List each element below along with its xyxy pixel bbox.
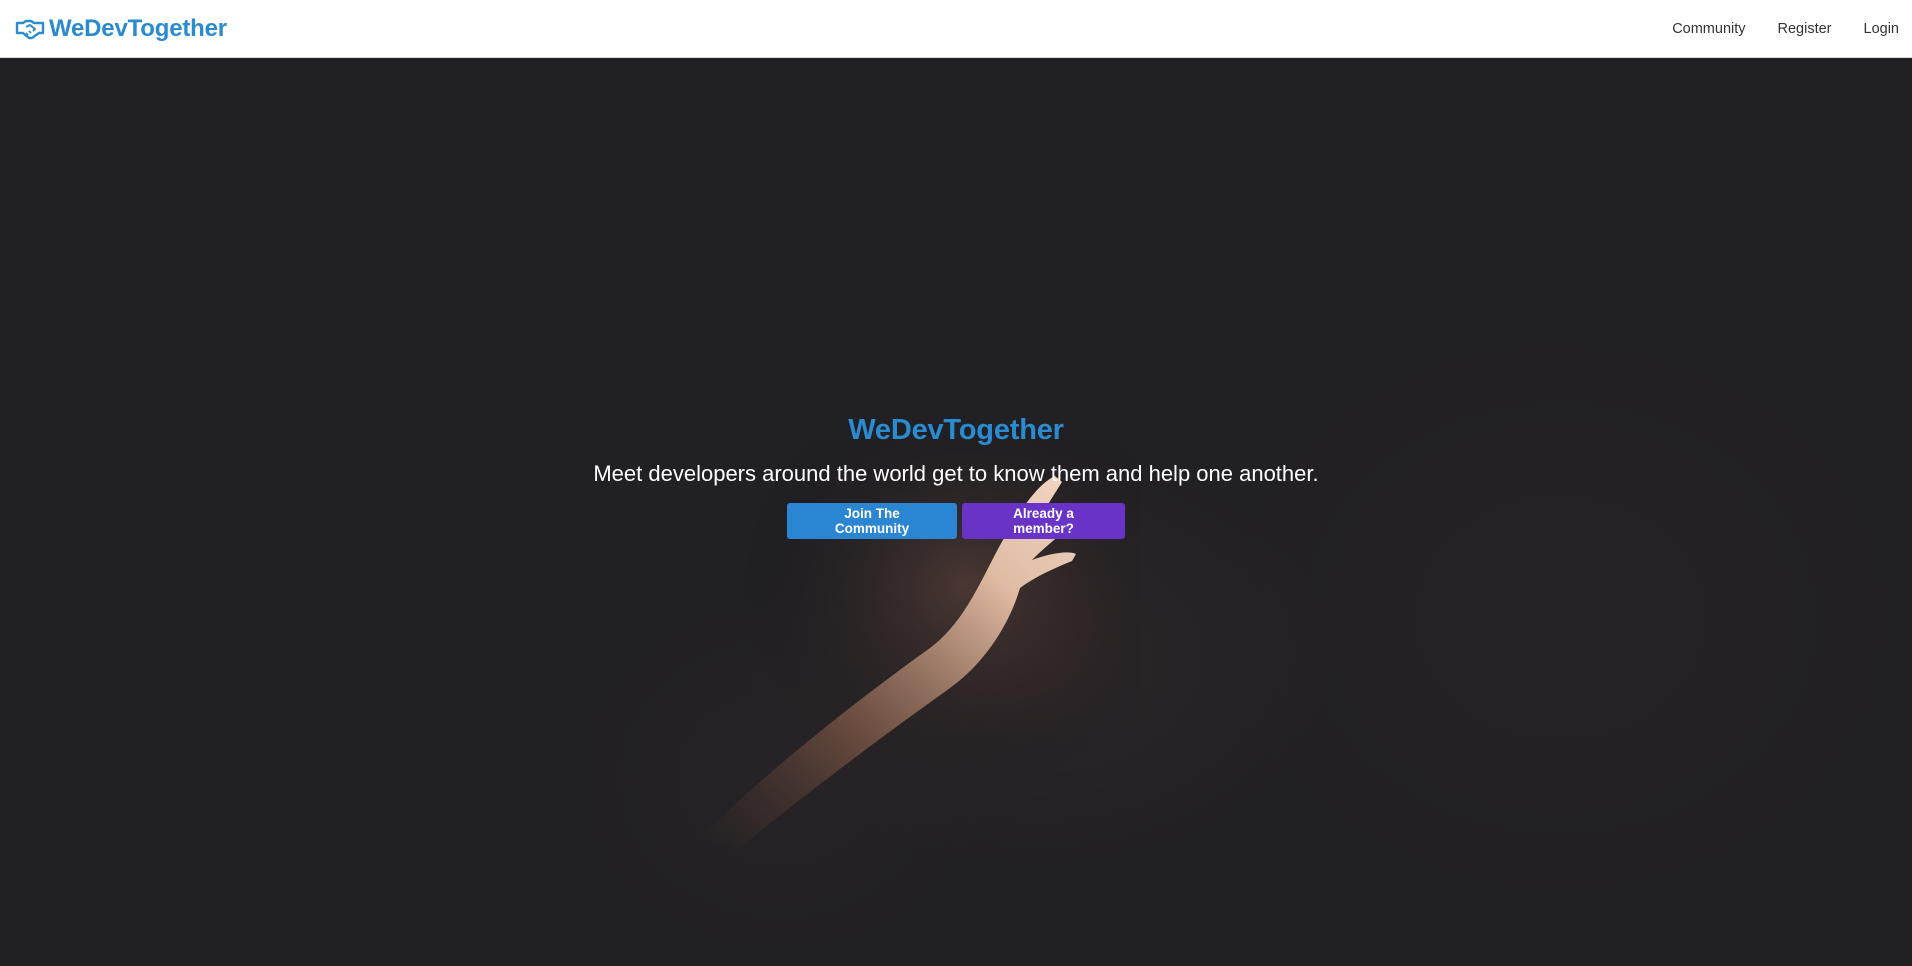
brand-name: WeDevTogether — [49, 14, 227, 42]
navbar: WeDevTogether Community Register Login — [0, 0, 1912, 58]
hero-section: WeDevTogether Meet developers around the… — [0, 58, 1912, 966]
join-community-button[interactable]: Join The Community — [787, 503, 957, 539]
handshake-icon — [15, 17, 45, 41]
nav-link-register[interactable]: Register — [1778, 21, 1832, 37]
nav-link-community[interactable]: Community — [1672, 21, 1745, 37]
nav-links: Community Register Login — [1672, 21, 1899, 37]
hero-content: WeDevTogether Meet developers around the… — [0, 58, 1912, 966]
hero-subtitle: Meet developers around the world get to … — [593, 461, 1319, 486]
hero-title: WeDevTogether — [848, 414, 1064, 446]
hero-buttons: Join The Community Already a member? — [787, 503, 1125, 539]
already-member-button[interactable]: Already a member? — [962, 503, 1125, 539]
brand-link[interactable]: WeDevTogether — [15, 15, 227, 43]
nav-link-login[interactable]: Login — [1864, 21, 1899, 37]
